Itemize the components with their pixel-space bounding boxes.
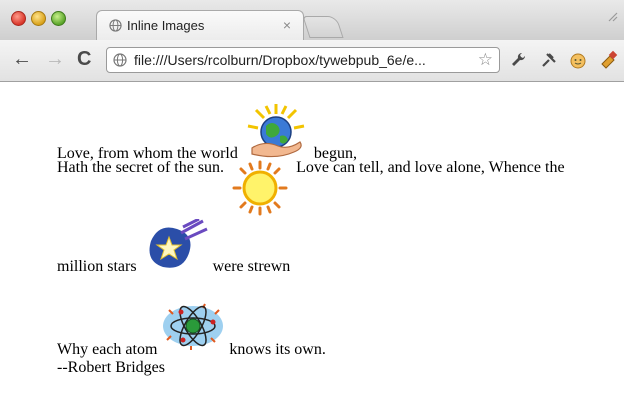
back-button[interactable]: ←: [12, 49, 32, 69]
earth-in-hand-icon: [247, 104, 305, 158]
page-globe-icon: [113, 53, 127, 67]
tab-close-icon[interactable]: ×: [283, 17, 291, 33]
zoom-window-button[interactable]: [51, 11, 66, 26]
close-window-button[interactable]: [11, 11, 26, 26]
poem-line-1: Love, from whom the world begun,: [57, 102, 617, 163]
minimize-window-button[interactable]: [31, 11, 46, 26]
globe-icon: [109, 19, 122, 32]
attribution-text: --Robert Bridges: [57, 359, 165, 376]
pin-tool-icon[interactable]: [539, 50, 559, 70]
title-bar: Inline Images ×: [0, 0, 624, 40]
reload-button[interactable]: C: [77, 49, 91, 69]
poem-line-3: million stars were strewn: [57, 219, 617, 276]
page-content: Love, from whom the world begun, Hath th…: [57, 82, 617, 377]
attribution: --Robert Bridges: [57, 359, 617, 377]
atom-icon: [163, 303, 224, 350]
extension-face-icon[interactable]: [568, 50, 588, 70]
tab-title: Inline Images: [127, 18, 205, 33]
address-bar[interactable]: file:///Users/rcolburn/Dropbox/tywebpub_…: [106, 47, 500, 73]
sun-icon: [232, 160, 288, 216]
poem-line-2: Hath the secret of the sun. Love can tel…: [57, 159, 617, 217]
url-text[interactable]: file:///Users/rcolburn/Dropbox/tywebpub_…: [134, 52, 426, 68]
poem-text: Hath the secret of the sun.: [57, 159, 225, 176]
poem-text: million stars: [57, 258, 137, 275]
forward-button[interactable]: →: [45, 49, 65, 69]
new-tab-button[interactable]: [302, 16, 344, 38]
poem-text: Love can tell, and love alone, Whence th…: [296, 159, 565, 176]
bookmark-star-icon[interactable]: ☆: [478, 50, 493, 70]
poem-line-4: Why each atom knows its own.: [57, 296, 617, 359]
poem-text: Why each atom: [57, 341, 158, 358]
poem-text: were strewn: [212, 258, 291, 275]
browser-toolbar: ← → C file:///Users/rcolburn/Dropbox/tyw…: [0, 40, 624, 82]
tab-inline-images[interactable]: Inline Images ×: [96, 10, 304, 40]
extension-tool-icon[interactable]: [600, 50, 620, 70]
window-resize-icon[interactable]: [606, 10, 620, 24]
poem-text: knows its own.: [229, 341, 326, 358]
wrench-icon[interactable]: [509, 50, 529, 70]
shooting-star-icon: [149, 219, 208, 268]
